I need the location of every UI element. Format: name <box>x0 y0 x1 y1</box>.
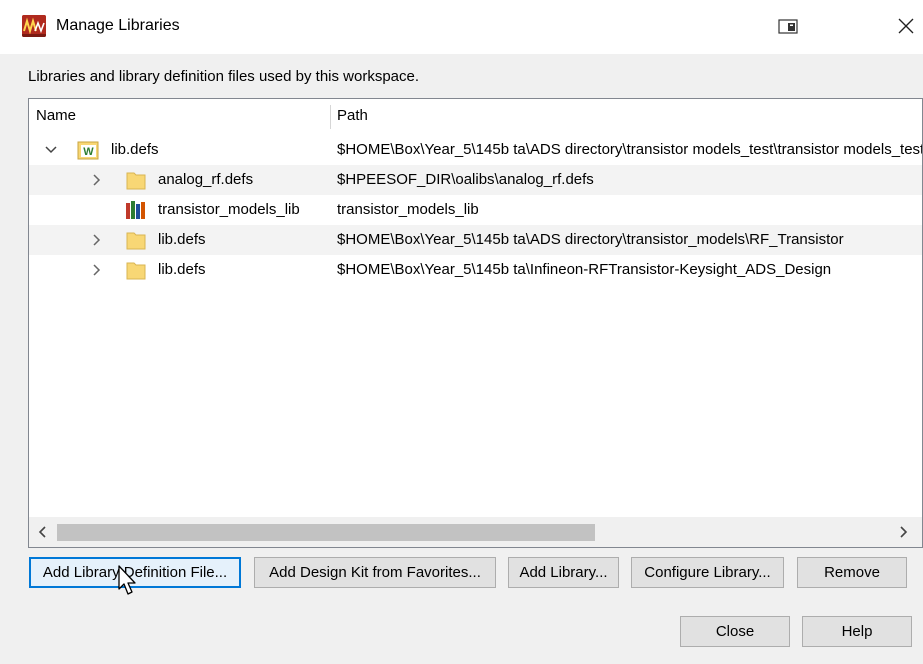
scrollbar-thumb[interactable] <box>57 524 595 541</box>
chevron-right-icon[interactable] <box>90 263 104 277</box>
scroll-left-icon[interactable] <box>35 524 51 540</box>
folder-icon <box>126 262 146 280</box>
close-button[interactable]: Close <box>680 616 790 647</box>
workspace-folder-icon: W <box>77 141 99 160</box>
library-books-icon <box>126 201 145 219</box>
tree-row-infineon-lib-defs[interactable]: lib.defs $HOME\Box\Year_5\145b ta\Infine… <box>29 255 922 285</box>
add-library-button[interactable]: Add Library... <box>508 557 619 588</box>
folder-icon <box>126 232 146 250</box>
configure-library-button[interactable]: Configure Library... <box>631 557 784 588</box>
help-button[interactable]: Help <box>802 616 912 647</box>
tree-row-path: transistor_models_lib <box>337 201 479 218</box>
title-bar: Manage Libraries <box>0 0 923 54</box>
tree-row-workspace-lib-defs[interactable]: W lib.defs $HOME\Box\Year_5\145b ta\ADS … <box>29 135 922 165</box>
tree-row-path: $HOME\Box\Year_5\145b ta\ADS directory\t… <box>337 141 923 158</box>
chevron-right-icon[interactable] <box>90 233 104 247</box>
remove-button[interactable]: Remove <box>797 557 907 588</box>
tree-row-analog-rf-defs[interactable]: analog_rf.defs $HPEESOF_DIR\oalibs\analo… <box>29 165 922 195</box>
tree-row-path: $HOME\Box\Year_5\145b ta\ADS directory\t… <box>337 231 844 248</box>
horizontal-scrollbar[interactable] <box>29 517 922 547</box>
add-design-kit-button[interactable]: Add Design Kit from Favorites... <box>254 557 496 588</box>
scroll-right-icon[interactable] <box>895 524 911 540</box>
tree-row-name: transistor_models_lib <box>158 201 300 218</box>
tree-row-rf-transistor-lib-defs[interactable]: lib.defs $HOME\Box\Year_5\145b ta\ADS di… <box>29 225 922 255</box>
column-header-name[interactable]: Name <box>36 99 76 133</box>
window-title: Manage Libraries <box>56 17 180 34</box>
chevron-down-icon[interactable] <box>44 143 58 157</box>
close-icon[interactable] <box>892 12 920 40</box>
ads-app-icon <box>22 15 46 37</box>
tree-row-name: lib.defs <box>158 231 206 248</box>
tree-row-name: analog_rf.defs <box>158 171 254 188</box>
folder-icon <box>126 172 146 190</box>
chevron-right-icon[interactable] <box>90 173 104 187</box>
library-tree[interactable]: Name Path W lib.defs $HOME\Box\Year_5\14… <box>28 98 923 548</box>
restore-icon[interactable] <box>778 18 802 36</box>
description-text: Libraries and library definition files u… <box>28 68 420 85</box>
tree-row-name: lib.defs <box>158 261 206 278</box>
column-header-path[interactable]: Path <box>337 99 368 133</box>
tree-row-path: $HPEESOF_DIR\oalibs\analog_rf.defs <box>337 171 594 188</box>
tree-row-transistor-models-lib[interactable]: transistor_models_lib transistor_models_… <box>29 195 922 225</box>
tree-row-path: $HOME\Box\Year_5\145b ta\Infineon-RFTran… <box>337 261 832 278</box>
mouse-pointer-icon <box>118 565 136 595</box>
tree-row-name: lib.defs <box>111 141 159 158</box>
column-separator[interactable] <box>330 105 331 129</box>
svg-text:W: W <box>83 146 94 158</box>
